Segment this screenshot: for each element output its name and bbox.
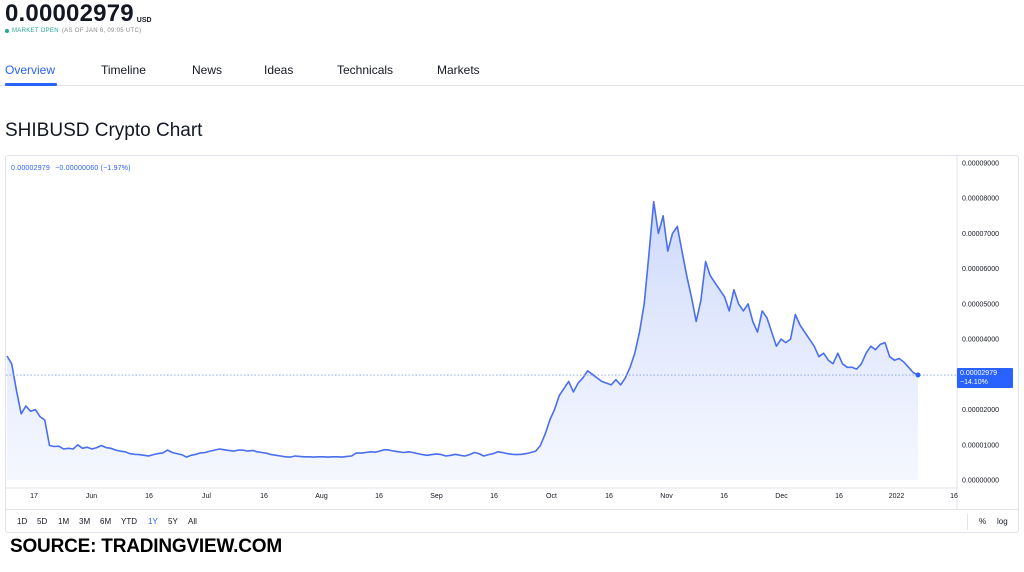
y-tick-label: 0.00007000: [962, 231, 999, 238]
range-5y-button[interactable]: 5Y: [168, 517, 178, 526]
last-price-dot: [915, 372, 921, 378]
y-tick-label: 0.00001000: [962, 442, 999, 449]
range-6m-button[interactable]: 6M: [100, 517, 111, 526]
x-tick-label: 16: [490, 493, 498, 500]
x-tick-label: 16: [145, 493, 153, 500]
price-chart[interactable]: 0.00009000 0.00008000 0.00007000 0.00006000…: [0, 0, 1024, 572]
source-caption: SOURCE: TRADINGVIEW.COM: [10, 536, 282, 557]
scale-separator: [967, 514, 968, 530]
range-5d-button[interactable]: 5D: [37, 517, 47, 526]
x-tick-label: Aug: [315, 493, 328, 500]
x-tick-label: 16: [950, 493, 958, 500]
last-price-tag: 0.00002979 −14.10%: [957, 368, 1013, 388]
x-tick-label: 17: [30, 493, 38, 500]
last-price-change: −14.10%: [960, 379, 988, 386]
x-tick-label: Jun: [86, 493, 97, 500]
legend-value: 0.00002979: [11, 165, 50, 172]
x-tick-label: 16: [375, 493, 383, 500]
x-tick-label: Sep: [430, 493, 443, 500]
x-tick-label: 16: [260, 493, 268, 500]
x-tick-label: 16: [835, 493, 843, 500]
last-price-value: 0.00002979: [960, 370, 997, 377]
y-tick-label: 0.00009000: [962, 161, 999, 168]
x-tick-label: Dec: [775, 493, 788, 500]
y-tick-label: 0.00002000: [962, 407, 999, 414]
x-tick-label: Nov: [660, 493, 673, 500]
x-tick-label: Jul: [202, 493, 211, 500]
y-tick-label: 0.00006000: [962, 266, 999, 273]
legend-change: −0.00000060 (−1.97%): [55, 165, 131, 172]
x-tick-label: 16: [720, 493, 728, 500]
log-scale-button[interactable]: log: [997, 517, 1008, 526]
y-tick-label: 0.00004000: [962, 337, 999, 344]
x-tick-label: 2022: [889, 493, 905, 500]
x-tick-label: 16: [605, 493, 613, 500]
y-tick-label: 0.00000000: [962, 478, 999, 485]
price-area: [7, 201, 918, 480]
range-all-button[interactable]: All: [188, 517, 197, 526]
percent-scale-button[interactable]: %: [979, 517, 986, 526]
range-1y-button[interactable]: 1Y: [148, 517, 158, 526]
range-3m-button[interactable]: 3M: [79, 517, 90, 526]
range-1m-button[interactable]: 1M: [58, 517, 69, 526]
x-tick-label: Oct: [546, 493, 557, 500]
y-tick-label: 0.00008000: [962, 196, 999, 203]
range-1d-button[interactable]: 1D: [17, 517, 27, 526]
chart-legend: 0.00002979 −0.00000060 (−1.97%): [11, 165, 131, 172]
range-selector: 1D 5D 1M 3M 6M YTD 1Y 5Y All % log: [5, 509, 1019, 533]
y-tick-label: 0.00005000: [962, 301, 999, 308]
range-ytd-button[interactable]: YTD: [121, 517, 137, 526]
